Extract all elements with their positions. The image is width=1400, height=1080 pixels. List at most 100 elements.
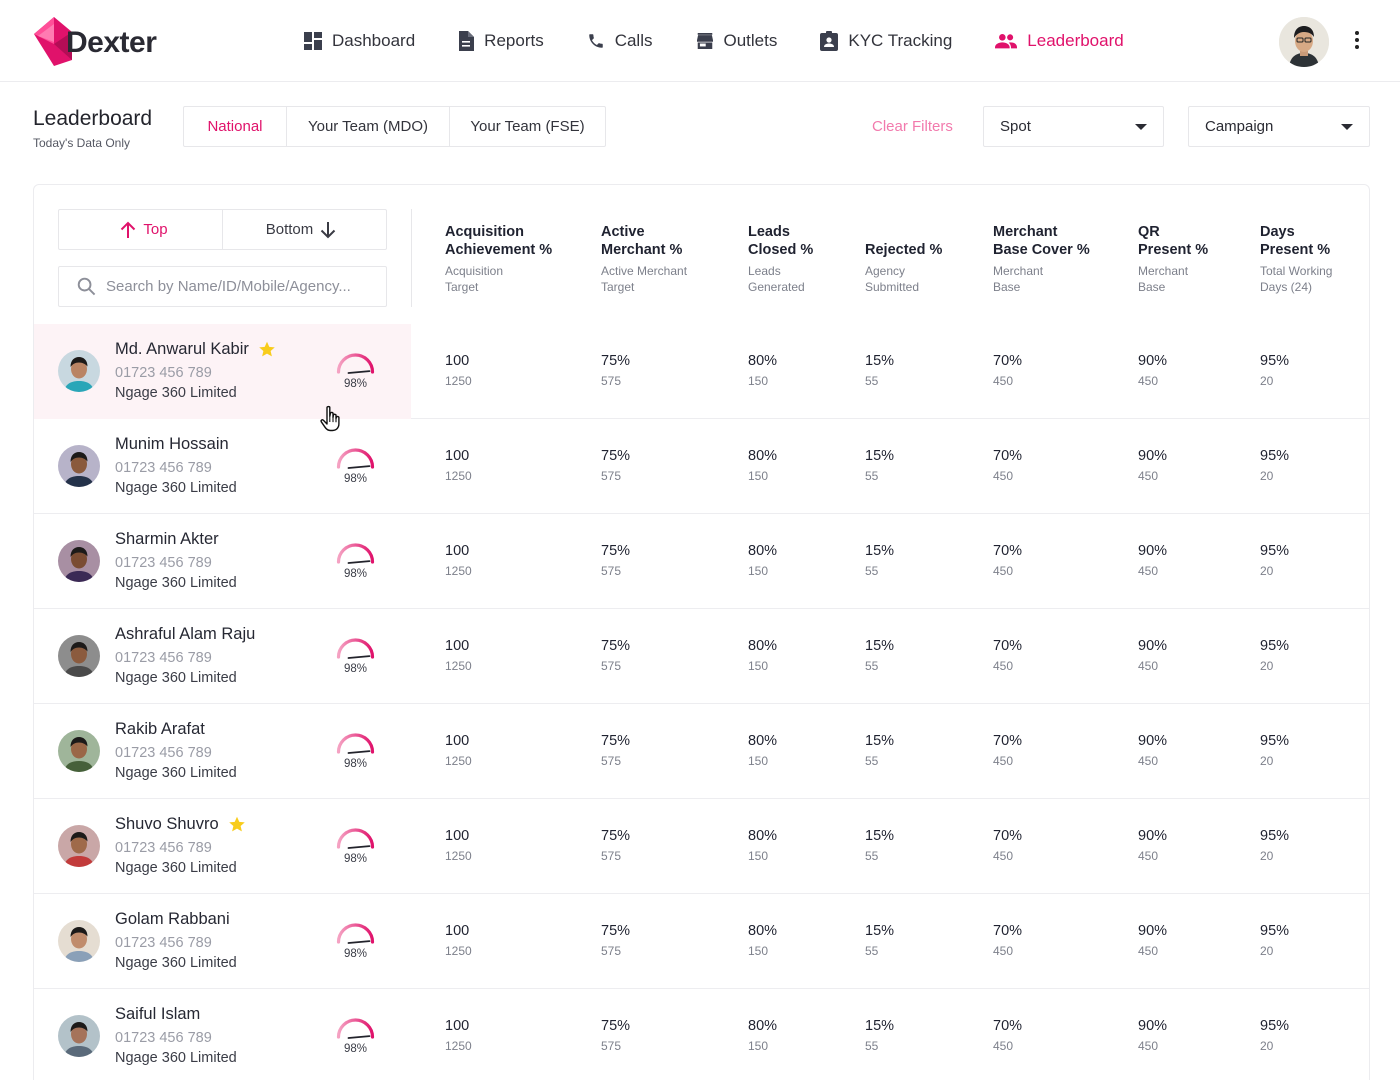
avatar[interactable]	[58, 825, 100, 867]
column-subtitle: Merchant Base	[993, 264, 1044, 294]
column-header[interactable]: Active Merchant % Active Merchant Target	[601, 223, 687, 295]
tab-national[interactable]: National	[184, 107, 287, 146]
more-menu-icon[interactable]	[1346, 28, 1368, 52]
cell-value: 90%	[1138, 353, 1168, 369]
avatar[interactable]	[58, 350, 100, 392]
column-header[interactable]: Days Present % Total Working Days (24)	[1260, 223, 1332, 295]
avatar-photo	[58, 445, 100, 487]
cell-value: 70%	[993, 543, 1023, 559]
nav-calls[interactable]: Calls	[587, 31, 653, 51]
cell-value: 15%	[865, 448, 895, 464]
gauge-needle	[347, 560, 371, 564]
member-name[interactable]: Sharmin Akter	[115, 530, 219, 549]
cell-subvalue: 150	[748, 374, 769, 388]
cell-subvalue: 575	[601, 754, 622, 768]
cell-subvalue: 150	[748, 944, 769, 958]
campaign-select[interactable]: Campaign	[1188, 106, 1370, 147]
nav-reports[interactable]: Reports	[458, 31, 544, 51]
table-row[interactable]: Shuvo Shuvro 01723 456 789 Ngage 360 Limit…	[34, 799, 1369, 894]
column-header[interactable]: Rejected % Agency Submitted	[865, 241, 942, 295]
nav-outlets[interactable]: Outlets	[696, 31, 777, 51]
cell-subvalue: 1250	[445, 849, 472, 863]
cell-subvalue: 55	[865, 754, 879, 768]
name-wrap: Rakib Arafat	[115, 720, 205, 739]
avatar[interactable]	[58, 730, 100, 772]
cell-value: 90%	[1138, 733, 1168, 749]
search-input[interactable]	[106, 278, 366, 295]
table-row[interactable]: Sharmin Akter 01723 456 789 Ngage 360 Limi…	[34, 514, 1369, 609]
cell-subvalue: 450	[993, 944, 1014, 958]
cell-value: 100	[445, 733, 470, 749]
avatar[interactable]	[58, 540, 100, 582]
main-nav: Dashboard Reports Calls Outlets KYC Trac…	[304, 28, 1167, 54]
name-wrap: Golam Rabbani	[115, 910, 230, 929]
cell-value: 95%	[1260, 733, 1290, 749]
cell-subvalue: 20	[1260, 659, 1274, 673]
column-header[interactable]: Merchant Base Cover % Merchant Base	[993, 223, 1090, 295]
phone-icon	[588, 34, 603, 48]
cell-value: 95%	[1260, 638, 1290, 654]
cell-subvalue: 150	[748, 469, 769, 483]
name-wrap: Ashraful Alam Raju	[115, 625, 255, 644]
column-header[interactable]: Acquisition Achievement % Acquisition Tar…	[445, 223, 552, 295]
cell-subvalue: 20	[1260, 944, 1274, 958]
nav-dashboard[interactable]: Dashboard	[304, 31, 415, 51]
nav-label: KYC Tracking	[848, 31, 953, 50]
sort-top-button[interactable]: Top	[59, 210, 223, 249]
cell-value: 95%	[1260, 923, 1290, 939]
cell-subvalue: 1250	[445, 374, 472, 388]
avatar[interactable]	[58, 920, 100, 962]
dexter-logo[interactable]: Dexter	[32, 14, 157, 66]
gauge-needle	[347, 465, 371, 469]
cell-subvalue: 55	[865, 849, 879, 863]
avatar[interactable]	[58, 635, 100, 677]
cell-value: 95%	[1260, 448, 1290, 464]
table-row[interactable]: Md. Anwarul Kabir 01723 456 789 Ngage 360 …	[34, 324, 1369, 419]
table-row[interactable]: Munim Hossain 01723 456 789 Ngage 360 Limi…	[34, 419, 1369, 514]
member-name[interactable]: Ashraful Alam Raju	[115, 625, 255, 644]
cell-subvalue: 575	[601, 469, 622, 483]
nav-leaderboard[interactable]: Leaderboard	[995, 31, 1124, 51]
cell-value: 100	[445, 923, 470, 939]
column-subtitle: Leads Generated	[748, 264, 805, 294]
member-agency: Ngage 360 Limited	[115, 955, 237, 971]
column-title: QR Present %	[1138, 224, 1209, 258]
member-name[interactable]: Munim Hossain	[115, 435, 229, 454]
member-name[interactable]: Rakib Arafat	[115, 720, 205, 739]
table-row[interactable]: Saiful Islam 01723 456 789 Ngage 360 Limit…	[34, 989, 1369, 1080]
table-row[interactable]: Golam Rabbani 01723 456 789 Ngage 360 Limi…	[34, 894, 1369, 989]
member-name[interactable]: Saiful Islam	[115, 1005, 200, 1024]
column-header[interactable]: QR Present % Merchant Base	[1138, 223, 1208, 295]
member-agency: Ngage 360 Limited	[115, 385, 237, 401]
cell-value: 75%	[601, 448, 631, 464]
tab-your-team-fse[interactable]: Your Team (FSE)	[450, 107, 605, 146]
name-wrap: Md. Anwarul Kabir	[115, 340, 276, 359]
avatar-photo	[58, 540, 100, 582]
tab-your-team-mdo[interactable]: Your Team (MDO)	[287, 107, 450, 146]
member-name[interactable]: Md. Anwarul Kabir	[115, 340, 249, 359]
member-name[interactable]: Shuvo Shuvro	[115, 815, 219, 834]
member-name[interactable]: Golam Rabbani	[115, 910, 230, 929]
avatar[interactable]	[58, 1015, 100, 1057]
gauge-needle	[347, 370, 371, 374]
nav-kyc-tracking[interactable]: KYC Tracking	[820, 31, 952, 51]
column-header[interactable]: Leads Closed % Leads Generated	[748, 223, 813, 295]
cell-subvalue: 575	[601, 1039, 622, 1053]
user-avatar[interactable]	[1279, 17, 1329, 67]
column-title: Active Merchant %	[601, 224, 683, 258]
sort-bottom-button[interactable]: Bottom	[223, 210, 386, 249]
avatar[interactable]	[58, 445, 100, 487]
cell-value: 90%	[1138, 1018, 1168, 1034]
avatar-photo	[58, 825, 100, 867]
gauge-needle	[347, 1035, 371, 1039]
cell-value: 15%	[865, 543, 895, 559]
spot-select[interactable]: Spot	[983, 106, 1164, 147]
avatar-photo	[58, 920, 100, 962]
cell-value: 75%	[601, 353, 631, 369]
clear-filters-button[interactable]: Clear Filters	[872, 118, 953, 135]
cell-value: 15%	[865, 1018, 895, 1034]
table-row[interactable]: Rakib Arafat 01723 456 789 Ngage 360 Limit…	[34, 704, 1369, 799]
cell-subvalue: 450	[993, 1039, 1014, 1053]
table-row[interactable]: Ashraful Alam Raju 01723 456 789 Ngage 360…	[34, 609, 1369, 704]
member-phone: 01723 456 789	[115, 460, 212, 476]
